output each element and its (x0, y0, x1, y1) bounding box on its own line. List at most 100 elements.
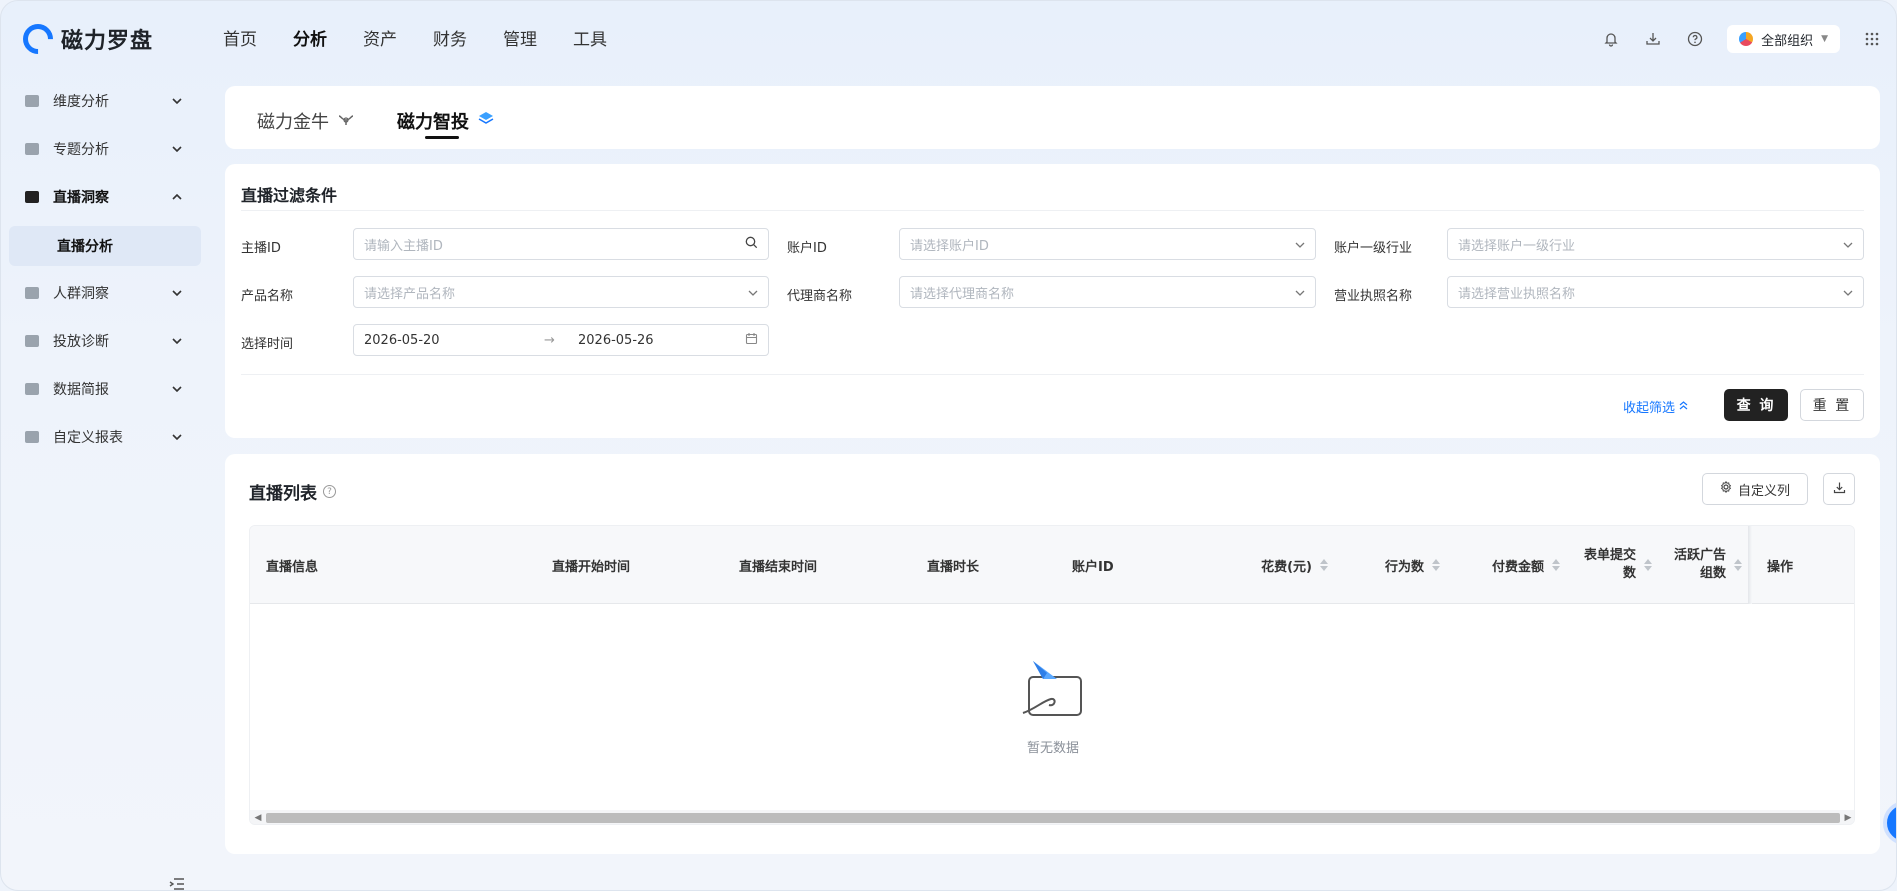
sidebar-item-label: 人群洞察 (53, 286, 109, 302)
account-id-placeholder: 请选择账户ID (910, 238, 989, 254)
empty-mailbox-icon (1017, 659, 1089, 723)
anchor-id-placeholder: 请输入主播ID (364, 238, 443, 254)
empty-state: 暂无数据 (250, 604, 1854, 810)
topic-icon (25, 143, 39, 155)
gear-icon (1720, 480, 1732, 497)
calendar-icon (745, 332, 758, 349)
sidebar-item-dimension-analysis[interactable]: 维度分析 (9, 81, 201, 121)
tab-active-indicator (425, 136, 459, 139)
sidebar-item-delivery-diagnosis[interactable]: 投放诊断 (9, 321, 201, 361)
product-name-label: 产品名称 (241, 289, 294, 304)
tab-zhitou[interactable]: 磁力智投 (397, 108, 495, 134)
product-name-placeholder: 请选择产品名称 (364, 286, 456, 302)
agent-name-select[interactable]: 请选择代理商名称 (899, 276, 1316, 308)
sidebar-subitem-live-analysis[interactable]: 直播分析 (9, 226, 201, 266)
collapse-filter-label: 收起筛选 (1623, 401, 1676, 416)
search-icon (745, 236, 758, 253)
sidebar-item-data-brief[interactable]: 数据简报 (9, 369, 201, 409)
col-label: 账户ID (1072, 559, 1114, 575)
col-paid-amount[interactable]: 付费金额 (1440, 526, 1560, 604)
tab-label: 磁力智投 (397, 112, 469, 133)
export-button[interactable] (1823, 473, 1855, 505)
app-window: 磁力罗盘 首页 分析 资产 财务 管理 工具 全部组织 ▼ 维度分析 专题分析 … (0, 0, 1897, 891)
help-icon[interactable] (1685, 29, 1705, 49)
query-button[interactable]: 查 询 (1724, 389, 1788, 421)
sidebar-item-topic-analysis[interactable]: 专题分析 (9, 129, 201, 169)
tab-jinniu[interactable]: 磁力金牛 (257, 108, 355, 134)
zhitou-icon (477, 111, 495, 132)
nav-assets[interactable]: 资产 (363, 25, 397, 50)
col-label: 直播信息 (266, 559, 319, 575)
collapse-filter-link[interactable]: 收起筛选 (1623, 397, 1688, 416)
date-range-picker[interactable]: 2026-05-20 → 2026-05-26 (353, 324, 769, 356)
org-avatar-icon (1739, 32, 1754, 46)
nav-finance[interactable]: 财务 (433, 25, 467, 50)
industry-select[interactable]: 请选择账户一级行业 (1447, 228, 1864, 260)
col-label: 付费金额 (1491, 559, 1544, 575)
sidebar-item-label: 直播洞察 (53, 190, 109, 206)
agent-name-label: 代理商名称 (787, 289, 853, 304)
filter-title: 直播过滤条件 (241, 186, 338, 205)
account-id-select[interactable]: 请选择账户ID (899, 228, 1316, 260)
top-actions: 全部组织 ▼ (1601, 25, 1882, 53)
custom-columns-button[interactable]: 自定义列 (1702, 473, 1808, 505)
sort-icon[interactable] (1320, 559, 1328, 571)
reset-button[interactable]: 重 置 (1800, 389, 1864, 421)
collapse-sidebar-icon[interactable] (169, 877, 187, 890)
nav-tools[interactable]: 工具 (573, 25, 607, 50)
scroll-left-icon[interactable]: ◀ (250, 810, 266, 824)
chevron-down-icon (1843, 285, 1853, 300)
list-title-text: 直播列表 (249, 484, 317, 504)
chevron-down-icon (748, 285, 758, 300)
col-operation: 操作 (1767, 526, 1837, 604)
sort-icon[interactable] (1734, 559, 1742, 571)
col-actions-count[interactable]: 行为数 (1330, 526, 1440, 604)
scroll-right-icon[interactable]: ▶ (1840, 810, 1854, 824)
col-active-adgroups[interactable]: 活跃广告组数 (1670, 526, 1742, 604)
dimension-icon (25, 95, 39, 107)
sidebar-item-live-insight[interactable]: 直播洞察 (9, 177, 201, 217)
apps-grid-icon[interactable] (1862, 29, 1882, 49)
sort-icon[interactable] (1552, 559, 1560, 571)
video-camera-icon (25, 191, 39, 203)
license-name-select[interactable]: 请选择营业执照名称 (1447, 276, 1864, 308)
product-name-select[interactable]: 请选择产品名称 (353, 276, 769, 308)
col-start-time: 直播开始时间 (552, 526, 692, 604)
filter-panel: 直播过滤条件 主播ID 请输入主播ID 账户ID 请选择账户ID 账户一级行业 … (225, 164, 1880, 438)
logo[interactable]: 磁力罗盘 (16, 17, 154, 61)
agent-name-placeholder: 请选择代理商名称 (910, 286, 1015, 302)
time-label: 选择时间 (241, 337, 294, 352)
scroll-thumb[interactable] (266, 813, 1840, 823)
chevron-down-icon: ▼ (1821, 34, 1828, 44)
org-label: 全部组织 (1761, 33, 1814, 49)
double-chevron-up-icon (1679, 399, 1688, 414)
nav-analysis[interactable]: 分析 (293, 25, 327, 50)
anchor-id-input[interactable]: 请输入主播ID (353, 228, 769, 260)
sidebar-item-audience-insight[interactable]: 人群洞察 (9, 273, 201, 313)
sidebar-item-label: 数据简报 (53, 382, 109, 398)
org-selector[interactable]: 全部组织 ▼ (1727, 25, 1840, 53)
live-list-panel: 直播列表 ? 自定义列 直播信息 直播开始时间 直播结束时间 直播时长 账户ID… (225, 454, 1880, 854)
col-end-time: 直播结束时间 (739, 526, 879, 604)
sort-icon[interactable] (1644, 559, 1652, 571)
empty-text: 暂无数据 (1026, 740, 1079, 756)
col-form-submits[interactable]: 表单提交数 (1580, 526, 1652, 604)
sidebar-item-custom-report[interactable]: 自定义报表 (9, 417, 201, 457)
divider (241, 210, 1864, 211)
sidebar-item-label: 维度分析 (53, 94, 109, 110)
nav-home[interactable]: 首页 (223, 25, 257, 50)
question-icon[interactable]: ? (323, 485, 336, 498)
custom-columns-label: 自定义列 (1737, 483, 1790, 499)
logo-icon (16, 17, 60, 61)
floating-assistant-button[interactable] (1883, 801, 1896, 845)
col-label: 表单提交数 (1583, 548, 1636, 581)
horizontal-scrollbar[interactable]: ◀ ▶ (250, 810, 1854, 824)
col-cost[interactable]: 花费(元) (1180, 526, 1328, 604)
sidebar-item-label: 投放诊断 (53, 334, 109, 350)
bell-icon[interactable] (1601, 29, 1621, 49)
logo-text: 磁力罗盘 (61, 29, 154, 54)
chevron-down-icon (169, 333, 185, 349)
download-icon[interactable] (1643, 29, 1663, 49)
sort-icon[interactable] (1432, 559, 1440, 571)
nav-manage[interactable]: 管理 (503, 25, 537, 50)
